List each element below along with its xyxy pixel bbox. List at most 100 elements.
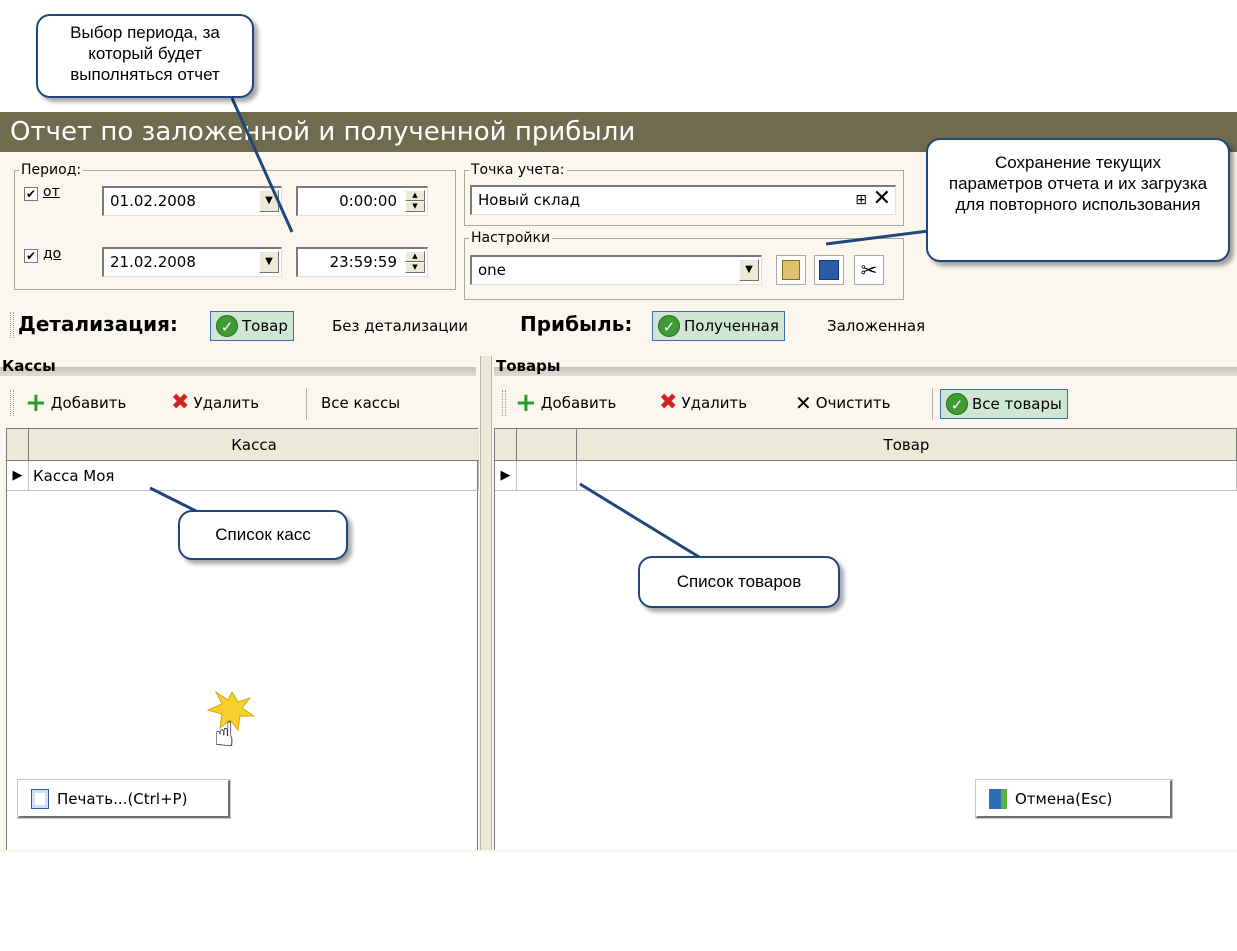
exit-icon bbox=[989, 788, 1007, 809]
chevron-down-icon[interactable]: ▼ bbox=[259, 251, 279, 273]
detail-option-none[interactable]: Без детализации bbox=[327, 311, 473, 341]
plus-icon: + bbox=[25, 388, 47, 418]
to-time-spinner[interactable]: ▲ ▼ bbox=[405, 251, 425, 273]
spin-down-icon[interactable]: ▼ bbox=[405, 201, 425, 212]
check-icon: ✓ bbox=[216, 315, 238, 337]
load-settings-button[interactable] bbox=[776, 255, 806, 285]
to-time-value: 23:59:59 bbox=[329, 253, 397, 271]
toolbar-grip[interactable] bbox=[10, 312, 14, 338]
kassy-callout-text: Список касс bbox=[215, 525, 311, 544]
tovary-delete-button[interactable]: ✖ Удалить bbox=[654, 388, 752, 418]
from-time-value: 0:00:00 bbox=[339, 192, 397, 210]
from-time-field[interactable]: 0:00:00 ▲ ▼ bbox=[296, 186, 428, 216]
from-label: от bbox=[43, 184, 60, 200]
close-icon[interactable]: ✕ bbox=[873, 187, 891, 212]
settings-select[interactable]: one ▼ bbox=[470, 255, 762, 285]
spin-up-icon[interactable]: ▲ bbox=[405, 190, 425, 201]
save-settings-button[interactable] bbox=[814, 255, 844, 285]
period-legend: Период: bbox=[21, 162, 82, 178]
detail-option-tovar[interactable]: ✓ Товар bbox=[210, 311, 294, 341]
settings-legend: Настройки bbox=[471, 230, 551, 246]
spin-down-icon[interactable]: ▼ bbox=[405, 262, 425, 273]
tovary-all-button[interactable]: ✓ Все товары bbox=[940, 389, 1068, 419]
chevron-down-icon[interactable]: ▼ bbox=[739, 259, 759, 281]
point-value: Новый склад bbox=[478, 191, 581, 209]
detail-option-tovar-label: Товар bbox=[242, 317, 288, 335]
grid-corner bbox=[7, 429, 29, 461]
from-checkbox[interactable]: ✔ bbox=[24, 187, 38, 201]
tovary-add-button[interactable]: + Добавить bbox=[510, 388, 621, 418]
row-indicator[interactable]: ▶ bbox=[495, 461, 517, 491]
to-time-field[interactable]: 23:59:59 ▲ ▼ bbox=[296, 247, 428, 277]
tovary-all-label: Все товары bbox=[972, 395, 1062, 413]
profit-option-received-label: Полученная bbox=[684, 317, 779, 335]
row-indicator[interactable]: ▶ bbox=[7, 461, 29, 491]
kassy-add-label: Добавить bbox=[50, 394, 127, 412]
period-callout-text: Выбор периода, за который будет выполнят… bbox=[70, 23, 220, 84]
cancel-label: Отмена(Esc) bbox=[1015, 789, 1113, 808]
kassy-delete-label: Удалить bbox=[193, 394, 260, 412]
clear-icon: ✕ bbox=[795, 391, 812, 415]
toolbar-separator bbox=[932, 388, 933, 420]
kassy-row-value: Касса Моя bbox=[33, 467, 115, 485]
from-time-spinner[interactable]: ▲ ▼ bbox=[405, 190, 425, 212]
spin-up-icon[interactable]: ▲ bbox=[405, 251, 425, 262]
toolbar-grip[interactable] bbox=[10, 390, 14, 416]
settings-value: one bbox=[478, 261, 506, 279]
chevron-down-icon[interactable]: ▼ bbox=[259, 190, 279, 212]
profit-option-received[interactable]: ✓ Полученная bbox=[652, 311, 785, 341]
detail-label: Детализация: bbox=[18, 312, 178, 336]
print-label: Печать...(Ctrl+P) bbox=[57, 789, 188, 808]
cancel-button[interactable]: Отмена(Esc) bbox=[975, 779, 1173, 819]
delete-icon: ✖ bbox=[171, 390, 190, 415]
kassy-header: Кассы bbox=[0, 356, 476, 376]
kassy-callout: Список касс bbox=[178, 510, 348, 560]
hand-cursor-icon: ☝ bbox=[214, 715, 235, 755]
kassy-all-button[interactable]: Все кассы bbox=[316, 388, 405, 418]
plus-icon: + bbox=[515, 388, 537, 418]
to-label: до bbox=[43, 246, 62, 262]
point-field[interactable]: Новый склад ⊞ ✕ bbox=[470, 185, 896, 215]
check-icon: ✓ bbox=[658, 315, 680, 337]
kassy-column-header[interactable]: Касса bbox=[29, 429, 479, 461]
to-date-field[interactable]: 21.02.2008 ▼ bbox=[102, 247, 282, 277]
kassy-all-label: Все кассы bbox=[321, 394, 401, 412]
profit-option-planned[interactable]: Заложенная bbox=[822, 311, 930, 341]
toolbar-grip[interactable] bbox=[502, 390, 506, 416]
detail-option-none-label: Без детализации bbox=[332, 317, 469, 335]
profit-option-planned-label: Заложенная bbox=[827, 317, 926, 335]
tovary-column-header[interactable]: Товар bbox=[577, 429, 1237, 461]
tovary-clear-button[interactable]: ✕ Очистить bbox=[790, 388, 896, 418]
grid-check-column[interactable] bbox=[517, 429, 577, 461]
panel-splitter[interactable] bbox=[480, 356, 492, 850]
table-row[interactable]: Касса Моя bbox=[29, 461, 479, 491]
save-icon bbox=[819, 260, 839, 280]
save-callout-text: Сохранение текущих параметров отчета и и… bbox=[948, 153, 1208, 214]
tovary-callout-text: Список товаров bbox=[676, 572, 802, 591]
to-date-value: 21.02.2008 bbox=[110, 253, 196, 271]
table-row-check[interactable] bbox=[517, 461, 577, 491]
kassy-delete-button[interactable]: ✖ Удалить bbox=[166, 388, 264, 418]
from-date-field[interactable]: 01.02.2008 ▼ bbox=[102, 186, 282, 216]
kassy-add-button[interactable]: + Добавить bbox=[20, 388, 131, 418]
delete-settings-button[interactable]: ✂ bbox=[854, 255, 884, 285]
check-icon: ✓ bbox=[946, 393, 968, 415]
tovary-callout: Список товаров bbox=[638, 556, 840, 608]
save-callout: Сохранение текущих параметров отчета и и… bbox=[926, 138, 1230, 262]
load-icon bbox=[782, 260, 800, 280]
print-icon bbox=[31, 788, 49, 809]
tovary-add-label: Добавить bbox=[540, 394, 617, 412]
scissors-icon: ✂ bbox=[860, 258, 878, 282]
to-checkbox[interactable]: ✔ bbox=[24, 249, 38, 263]
print-button[interactable]: Печать...(Ctrl+P) bbox=[17, 779, 231, 819]
point-legend: Точка учета: bbox=[471, 162, 565, 178]
period-callout: Выбор периода, за который будет выполнят… bbox=[36, 14, 254, 98]
select-icon[interactable]: ⊞ bbox=[855, 187, 867, 213]
tovary-header: Товары bbox=[494, 356, 1237, 376]
tovary-clear-label: Очистить bbox=[815, 394, 891, 412]
profit-label: Прибыль: bbox=[520, 312, 633, 336]
delete-icon: ✖ bbox=[659, 390, 678, 415]
tovary-delete-label: Удалить bbox=[681, 394, 748, 412]
toolbar-separator bbox=[306, 388, 307, 420]
table-row[interactable] bbox=[577, 461, 1237, 491]
